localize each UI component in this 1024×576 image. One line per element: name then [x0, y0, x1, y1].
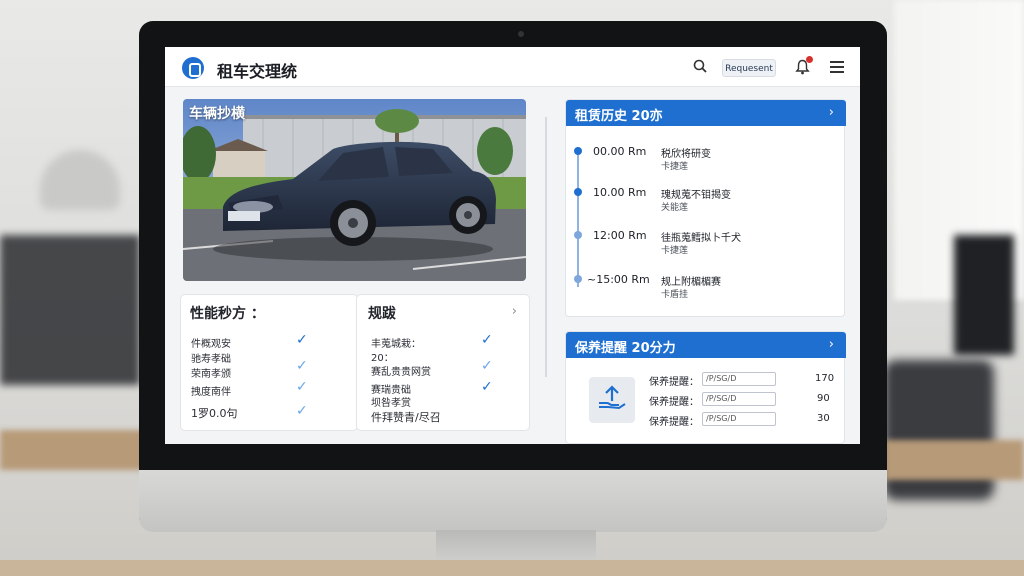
logo-icon[interactable] [182, 57, 204, 79]
chevron-right-icon[interactable]: › [829, 337, 834, 352]
timeline-text: 瑰规蒐不钼揭变 [661, 190, 731, 201]
vehicle-photo[interactable]: 车辆抄横 [183, 99, 526, 281]
performance-row: 拽度南伴 [191, 387, 231, 398]
app-screen: 租车交理统 Requesent 车辆抄横 性能秒方 ： 件概观安 驰寿孝础 荣南… [165, 47, 860, 444]
vehicle-photo-label: 车辆抄横 [189, 106, 245, 122]
check-icon: ✓ [296, 332, 308, 348]
maintenance-value: 30 [817, 413, 830, 424]
notification-badge [806, 56, 813, 63]
timeline-dot [574, 275, 582, 283]
extras-row: 坝咎孝赏 [371, 398, 411, 409]
timeline-dot [574, 188, 582, 196]
monitor-chin [139, 470, 887, 532]
timeline-subtext: 卡捷莲 [661, 246, 689, 256]
timeline-time: 12:00 Rm [593, 229, 647, 242]
background-monitor-left [0, 235, 140, 385]
panel-divider [545, 117, 547, 377]
maintenance-header[interactable]: 保养提醒 20分力 › [566, 332, 846, 358]
timeline-subtext: 卡捷莲 [661, 162, 689, 172]
timeline-dot [574, 231, 582, 239]
maintenance-input[interactable]: /P/SG/D [702, 372, 776, 386]
chevron-right-icon[interactable]: › [512, 304, 517, 319]
check-icon: ✓ [481, 358, 493, 374]
vehicle-image [183, 99, 526, 281]
maintenance-value: 90 [817, 393, 830, 404]
check-icon: ✓ [481, 379, 493, 395]
background-desk-right [884, 440, 1024, 480]
performance-card: 性能秒方 ： 件概观安 驰寿孝础 荣南孝颁 拽度南伴 1罗0.0句 ✓ ✓ ✓ … [180, 294, 358, 431]
desk-surface [0, 560, 1024, 576]
timeline-text: 规上附楣楣赛 [661, 277, 721, 288]
rental-history-title: 租赁历史 20亦 [575, 109, 663, 124]
performance-row: 驰寿孝础 [191, 354, 231, 365]
search-icon[interactable] [693, 59, 707, 73]
chevron-right-icon[interactable]: › [829, 105, 834, 120]
performance-row: 件概观安 [191, 339, 231, 350]
performance-row: 1罗0.0句 [191, 407, 238, 420]
timeline-subtext: 关能莲 [661, 203, 689, 213]
background-monitor-right [954, 235, 1014, 355]
extras-row: 丰蒐城栽： [371, 339, 421, 350]
timeline-time: 10.00 Rm [593, 186, 647, 199]
extras-card: 规跋 › 丰蒐城栽： 20： 赛乱贵贵网赏 赛瑞贵础 坝咎孝赏 件拜赞青/尽召 … [356, 294, 530, 431]
extras-row: 赛乱贵贵网赏 [371, 367, 431, 378]
background-desk-left [0, 430, 150, 470]
menu-icon[interactable] [830, 61, 844, 73]
check-icon: ✓ [296, 358, 308, 374]
maintenance-label: 保养提醒： [649, 397, 699, 408]
timeline-time: ~15:00 Rm [587, 273, 650, 286]
check-icon: ✓ [296, 379, 308, 395]
background-lamp [40, 150, 120, 210]
maintenance-input[interactable]: /P/SG/D [702, 392, 776, 406]
rental-history-header[interactable]: 租赁历史 20亦 › [566, 100, 846, 126]
timeline-dot [574, 147, 582, 155]
extras-row: 件拜赞青/尽召 [371, 411, 441, 424]
extras-card-title: 规跋 [368, 306, 396, 322]
timeline-text: 税欣将研变 [661, 149, 711, 160]
upload-button[interactable] [589, 377, 635, 423]
maintenance-input[interactable]: /P/SG/D [702, 412, 776, 426]
app-header: 租车交理统 Requesent [165, 47, 860, 87]
timeline-line [577, 147, 579, 287]
extras-row: 20： [371, 353, 394, 364]
timeline-text: 徍瓶蒐鳕拟卜千犬 [661, 233, 741, 244]
timeline-time: 00.00 Rm [593, 145, 647, 158]
header-request-button[interactable]: Requesent [722, 59, 776, 77]
webcam [518, 31, 524, 37]
performance-row: 荣南孝颁 [191, 369, 231, 380]
timeline-subtext: 卡盾挂 [661, 290, 689, 300]
upload-icon [599, 385, 626, 410]
check-icon: ✓ [296, 403, 308, 419]
maintenance-label: 保养提醒： [649, 417, 699, 428]
maintenance-value: 170 [815, 373, 835, 384]
performance-card-title: 性能秒方 ： [190, 306, 265, 322]
maintenance-title: 保养提醒 20分力 [575, 341, 676, 356]
app-title: 租车交理统 [217, 62, 298, 81]
check-icon: ✓ [481, 332, 493, 348]
maintenance-label: 保养提醒： [649, 377, 699, 388]
